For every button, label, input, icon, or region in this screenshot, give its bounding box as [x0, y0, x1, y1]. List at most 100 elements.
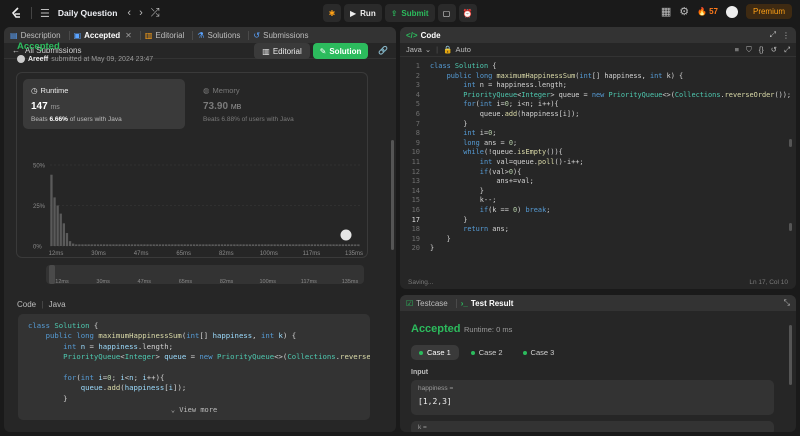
chart-bar — [344, 244, 348, 246]
chart-bar — [56, 205, 59, 246]
code-editor-panel: </> Code ⤢ ⋮ Java ⌄ | 🔒 Auto ≡ ⛉ {} ↺ ⤢ … — [400, 27, 796, 289]
editor-code-line: } — [430, 215, 468, 224]
chart-overview-tick-label: 100ms — [259, 279, 276, 285]
chart-bar — [295, 244, 298, 246]
chart-bar — [143, 244, 146, 246]
chart-bar — [285, 244, 289, 246]
chart-bar — [276, 244, 279, 246]
chart-bar — [96, 244, 100, 246]
tab-test-result[interactable]: ›_ Test Result — [461, 299, 514, 308]
editor-scrollbar-2[interactable] — [789, 223, 792, 231]
code-line: public long maximumHappinessSum(int[] ha… — [45, 331, 297, 341]
chart-bar — [186, 244, 189, 246]
expand-icon[interactable]: ⤢ — [784, 45, 790, 55]
input-param-k[interactable]: k = — [411, 421, 774, 432]
chart-bar — [258, 244, 261, 246]
chart-bar — [220, 244, 224, 246]
chart-bar — [279, 244, 282, 246]
pass-dot-icon — [470, 350, 475, 355]
editor-code-line: int i=0; — [463, 129, 497, 138]
input-param-happiness[interactable]: happiness = [1,2,3] — [411, 380, 774, 415]
chart-bar — [335, 244, 338, 246]
tab-code[interactable]: </> Code — [406, 31, 441, 40]
line-number: 1 — [415, 62, 420, 70]
chart-bar — [124, 244, 127, 246]
chart-bar — [62, 223, 65, 246]
test-tab-bar: ☑ Testcase ›_ Test Result ⤡ — [400, 295, 796, 311]
chart-bar — [72, 243, 75, 246]
chart-bar — [214, 244, 217, 246]
editor-code-line: return ans; — [463, 225, 509, 234]
more-icon[interactable]: ⋮ — [782, 31, 790, 40]
chart-overview-tick-label: 65ms — [179, 279, 193, 285]
line-number: 2 — [415, 71, 420, 80]
left-scrollbar[interactable] — [391, 140, 394, 250]
chevron-down-icon[interactable]: ⌄ — [425, 45, 431, 54]
chart-bar — [251, 244, 255, 246]
chart-bar — [316, 244, 320, 246]
line-number: 17 — [411, 215, 420, 224]
test-scrollbar[interactable] — [789, 325, 792, 385]
editor-code-line: } — [430, 244, 435, 253]
chart-x-tick-label: 100ms — [260, 251, 278, 257]
brackets-icon[interactable]: {} — [759, 45, 764, 54]
param-name: k = — [418, 424, 427, 431]
chart-bar — [270, 244, 273, 246]
chart-bar — [196, 244, 199, 246]
editor-code-line: while(!queue.isEmpty()){ — [463, 148, 563, 157]
chart-bar — [78, 244, 81, 246]
chart-overview-handle — [49, 265, 55, 284]
case-label: Case 3 — [530, 348, 555, 357]
chart-bar — [103, 244, 106, 246]
tab-testcase[interactable]: ☑ Testcase — [406, 299, 448, 308]
line-number: 14 — [411, 186, 420, 195]
code-line: } — [28, 393, 68, 403]
case-tab-2[interactable]: Case 2 — [463, 345, 511, 360]
line-number: 3 — [415, 81, 420, 90]
case-tab-3[interactable]: Case 3 — [515, 345, 563, 360]
chart-bar — [351, 244, 354, 246]
view-more-label: View more — [179, 406, 218, 414]
chart-x-tick-label: 117ms — [303, 251, 321, 257]
reset-icon[interactable]: ↺ — [771, 45, 777, 54]
line-number: 7 — [415, 119, 420, 128]
test-panel: ☑ Testcase ›_ Test Result ⤡ Accepted Run… — [400, 295, 796, 432]
format-icon[interactable]: ≡ — [735, 45, 739, 54]
chart-bar — [161, 244, 165, 246]
minimize-icon[interactable]: ⤡ — [784, 298, 790, 308]
chart-bar — [264, 244, 267, 246]
code-editor[interactable]: 1 class Solution {2 public long maximumHa… — [400, 59, 791, 264]
chart-bar — [109, 244, 112, 246]
editor-code-line: } — [430, 186, 484, 195]
chevron-double-down-icon: ⌄ — [170, 406, 176, 414]
language-select[interactable]: Java — [406, 45, 422, 54]
chart-bar — [326, 244, 329, 246]
editor-scrollbar[interactable] — [789, 139, 792, 147]
code-line: PriorityQueue<Integer> queue = new Prior… — [63, 352, 370, 362]
code-preview[interactable]: class Solution { public long maximumHapp… — [18, 314, 370, 420]
chart-bar — [208, 244, 211, 246]
chart-bar — [211, 244, 214, 246]
chart-bar — [50, 174, 53, 246]
case-tab-1[interactable]: Case 1 — [411, 345, 459, 360]
param-name: happiness = — [418, 385, 454, 392]
chart-bar — [168, 244, 171, 246]
view-more-button[interactable]: ⌄ View more — [18, 406, 370, 414]
bookmark-icon[interactable]: ⛉ — [746, 45, 752, 55]
editor-code-line: public long maximumHappinessSum(int[] ha… — [446, 71, 684, 80]
chart-bar — [146, 244, 149, 246]
maximize-icon[interactable]: ⤢ — [770, 30, 776, 40]
chart-bar — [99, 244, 103, 246]
chart-bar — [329, 244, 332, 246]
chart-bar — [183, 244, 186, 246]
line-number: 10 — [411, 148, 420, 157]
auto-mode[interactable]: Auto — [455, 45, 470, 54]
editor-code-line: ans+=val; — [430, 177, 534, 186]
chart-bar — [273, 244, 276, 246]
line-number: 5 — [415, 100, 420, 109]
chart-bar — [332, 244, 335, 246]
chart-y-tick-label: 0% — [33, 245, 42, 251]
chart-bar — [261, 244, 264, 246]
chart-bar — [354, 244, 357, 246]
